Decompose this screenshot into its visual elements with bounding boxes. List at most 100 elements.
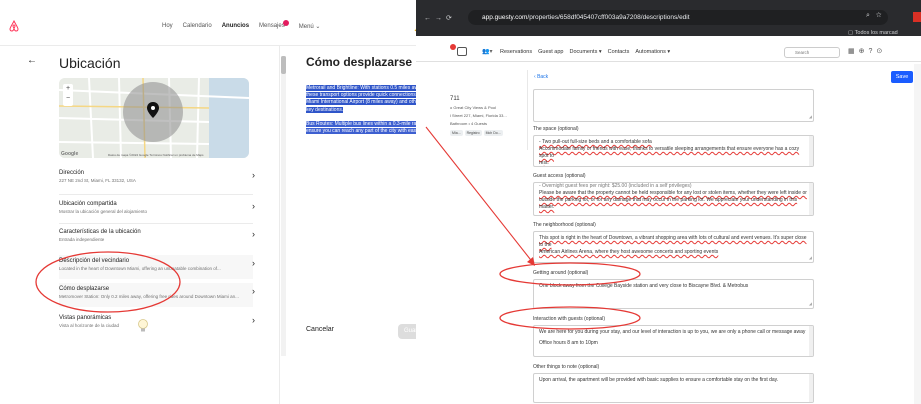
chevron-right-icon: ›: [252, 315, 255, 325]
selected-text: Metrorail and Brightline: With stations …: [306, 85, 425, 113]
field-interaction: Interaction with guests (optional) We ar…: [533, 316, 814, 357]
airbnb-header: Hoy Calendario Anuncios Mensajes Menú ⌄ …: [0, 0, 451, 46]
extension-icon[interactable]: [913, 12, 921, 22]
scrollbar[interactable]: [809, 136, 813, 166]
tag[interactable]: Registro: [464, 130, 482, 136]
search-input[interactable]: Search: [784, 47, 840, 58]
text-line: This spot is right in the heart of Downt…: [539, 235, 807, 248]
resize-handle-icon[interactable]: ◢: [809, 113, 812, 120]
guesty-nav: 👥▾ Reservations Guest app Documents ▾ Co…: [416, 40, 921, 62]
row-title: Vistas panorámicas: [59, 315, 112, 321]
back-link[interactable]: ‹ Back: [534, 74, 548, 80]
scrollbar[interactable]: [809, 183, 813, 215]
chevron-right-icon: ›: [252, 170, 255, 180]
cancel-button[interactable]: Cancelar: [306, 326, 334, 333]
row-descripcion-vecindario[interactable]: Descripción del vecindario Located in th…: [59, 255, 255, 279]
row-title: Dirección: [59, 170, 85, 176]
field-the-space: The space (optional) - Two pull-out full…: [533, 126, 814, 167]
search-placeholder: Search: [795, 50, 810, 55]
nav-automations[interactable]: Automations ▾: [635, 49, 670, 55]
guesty-nav-items: Reservations Guest app Documents ▾ Conta…: [500, 49, 670, 55]
location-map[interactable]: + −: [59, 78, 249, 158]
row-direccion[interactable]: Dirección 227 NE 2nd St, Miami, FL 33132…: [59, 170, 255, 183]
nav-mensajes-label: Mensajes: [259, 23, 285, 29]
toolbar-icons[interactable]: ▦⊕?⊙: [848, 47, 886, 55]
interaction-textarea[interactable]: We are here for you during your stay, an…: [533, 325, 814, 357]
summary-textarea[interactable]: ◢: [533, 89, 814, 122]
text-line: - Overnight guest fees per night: $25.00…: [539, 183, 692, 189]
editor-title: Cómo desplazarse: [306, 55, 413, 69]
back-label: Back: [537, 74, 549, 80]
scrollbar-thumb[interactable]: [281, 56, 286, 74]
text-line: Accommodate family or friends with ease,…: [539, 146, 800, 159]
listing-tags: Mia... Registro Mch Do...: [450, 130, 527, 136]
tag[interactable]: Mch Do...: [483, 130, 503, 136]
field-label: Guest access (optional): [533, 173, 586, 179]
url-host: app.guesty.com: [482, 14, 528, 21]
nav-reservations[interactable]: Reservations: [500, 49, 532, 55]
airbnb-nav: Hoy Calendario Anuncios Mensajes Menú ⌄: [162, 20, 321, 30]
field-label: Other things to note (optional): [533, 364, 600, 370]
nav-menu[interactable]: Menú ⌄: [299, 23, 321, 30]
nav-guest-app[interactable]: Guest app: [538, 49, 563, 55]
map-google-label: Google: [61, 151, 79, 157]
chevron-right-icon: ›: [252, 258, 255, 268]
resize-handle-icon[interactable]: ◢: [809, 300, 812, 307]
bookmarks-folder[interactable]: ▢ Todos los marcad: [848, 30, 898, 36]
text-line: One block away from the College Bayside …: [539, 283, 749, 289]
notification-dot-icon: [282, 20, 289, 26]
map-credit: Datos de mapa ©2024 Google Términos Noti…: [108, 153, 204, 157]
selected-text: Bus Routes: Multiple bus lines within a …: [306, 120, 426, 135]
nav-contacts[interactable]: Contacts: [608, 49, 630, 55]
scrollbar[interactable]: [809, 374, 813, 402]
tag[interactable]: Mia...: [450, 130, 463, 136]
chevron-right-icon: ›: [252, 201, 255, 211]
row-title: Cómo desplazarse: [59, 286, 110, 292]
other-things-textarea[interactable]: Upon arrival, the apartment will be prov…: [533, 373, 814, 403]
editor-textarea[interactable]: Metrorail and Brightline: With stations …: [306, 85, 428, 142]
nav-anuncios[interactable]: Anuncios: [222, 23, 249, 30]
nav-mensajes[interactable]: Mensajes: [259, 20, 289, 30]
guesty-save-button[interactable]: Save: [891, 71, 913, 83]
row-subtitle: Mostrar la ubicación general del alojami…: [59, 209, 148, 214]
listing-line: o Great City Views & Pool: [450, 105, 496, 110]
panel-divider: [279, 46, 280, 404]
calendar-icon[interactable]: [457, 47, 467, 56]
people-icon[interactable]: 👥▾: [482, 48, 492, 55]
scrollbar[interactable]: [809, 326, 813, 356]
listing-code: 711: [450, 96, 460, 102]
editor-paragraph: Bus Routes: Multiple bus lines within a …: [306, 120, 428, 135]
nav-hoy[interactable]: Hoy: [162, 23, 173, 30]
the-space-textarea[interactable]: - Two pull-out full-size beds and a comf…: [533, 135, 814, 167]
row-subtitle: Metromover Station: Only 0.2 miles away,…: [59, 294, 239, 299]
address-bar[interactable]: app.guesty.com/properties/658df045407cff…: [468, 10, 888, 25]
row-subtitle: Vista al horizonte de la ciudad: [59, 323, 119, 328]
guest-access-textarea[interactable]: - Overnight guest fees per night: $25.00…: [533, 182, 814, 216]
map-zoom-control[interactable]: + −: [63, 84, 73, 106]
row-caracteristicas[interactable]: Características de la ubicación Entrada …: [59, 229, 255, 242]
listing-summary: 711 o Great City Views & Pool l Street 2…: [450, 70, 528, 150]
browser-action-icons[interactable]: ⌕☆: [866, 12, 888, 20]
page-scrollbar[interactable]: [914, 64, 921, 404]
field-guest-access: Guest access (optional) - Overnight gues…: [533, 173, 814, 216]
nav-calendario[interactable]: Calendario: [183, 23, 212, 30]
row-title: Ubicación compartida: [59, 201, 117, 207]
nav-menu-label: Menú: [298, 24, 314, 30]
airbnb-logo-icon[interactable]: [8, 20, 20, 32]
browser-nav-icons[interactable]: ←→⟳: [424, 14, 456, 22]
back-arrow-icon[interactable]: ←: [27, 55, 37, 66]
getting-around-textarea[interactable]: One block away from the College Bayside …: [533, 279, 814, 309]
divider: [59, 194, 253, 195]
field-label: The neighborhood (optional): [533, 222, 596, 228]
row-ubicacion-compartida[interactable]: Ubicación compartida Mostrar la ubicació…: [59, 201, 255, 214]
row-como-desplazarse[interactable]: Cómo desplazarse Metromover Station: Onl…: [59, 283, 255, 307]
row-vistas[interactable]: Vistas panorámicas Vista al horizonte de…: [59, 315, 255, 328]
text-line: outside the parking lot, or for any dama…: [539, 197, 798, 210]
neighborhood-textarea[interactable]: This spot is right in the heart of Downt…: [533, 231, 814, 263]
map-graphic: [59, 78, 249, 158]
scrollbar[interactable]: [281, 56, 286, 356]
nav-documents[interactable]: Documents ▾: [570, 49, 602, 55]
resize-handle-icon[interactable]: ◢: [809, 254, 812, 261]
chevron-right-icon: ›: [252, 229, 255, 239]
text-line: Upon arrival, the apartment will be prov…: [539, 377, 779, 383]
